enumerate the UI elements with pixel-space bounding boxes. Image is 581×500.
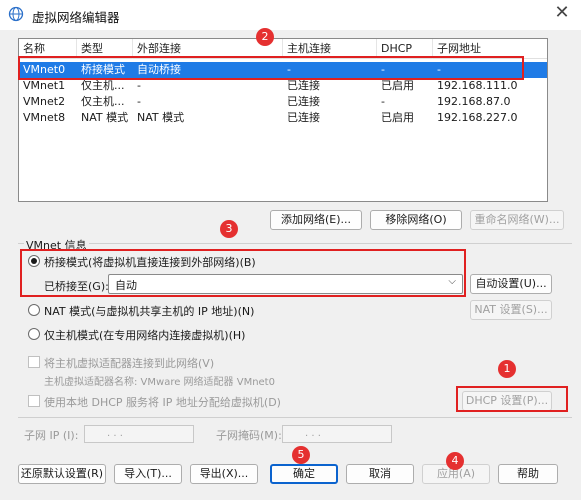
annotation-marker-2: 2 — [256, 28, 274, 46]
auto-settings-button[interactable]: 自动设置(U)... — [470, 274, 552, 294]
table-row[interactable]: VMnet1 仅主机... - 已连接 已启用 192.168.111.0 — [19, 78, 547, 94]
subnet-ip-field[interactable]: . . . — [84, 425, 194, 443]
cell-host: 已连接 — [287, 79, 320, 92]
import-button[interactable]: 导入(T)... — [114, 464, 182, 484]
group-divider — [18, 243, 572, 244]
remove-network-button[interactable]: 移除网络(O) — [370, 210, 462, 230]
help-button[interactable]: 帮助 — [498, 464, 558, 484]
cell-subnet: 192.168.111.0 — [437, 79, 518, 92]
close-button[interactable]: ✕ — [548, 2, 576, 26]
cell-external: NAT 模式 — [137, 111, 185, 124]
cell-type: 仅主机... — [81, 79, 125, 92]
cell-name: VMnet8 — [23, 111, 66, 124]
table-row[interactable]: VMnet2 仅主机... - 已连接 - 192.168.87.0 — [19, 94, 547, 110]
annotation-marker-4: 4 — [446, 452, 464, 470]
annotation-marker-5: 5 — [292, 446, 310, 464]
annotation-box-dhcp — [456, 386, 568, 412]
hostonly-radio[interactable] — [28, 328, 40, 340]
cancel-button[interactable]: 取消 — [346, 464, 414, 484]
cell-dhcp: - — [381, 95, 385, 108]
connect-adapter-checkbox[interactable] — [28, 356, 40, 368]
ok-button[interactable]: 确定 — [270, 464, 338, 484]
title-bar: 虚拟网络编辑器 ✕ — [0, 0, 581, 30]
export-button[interactable]: 导出(X)... — [190, 464, 258, 484]
rename-network-button[interactable]: 重命名网络(W)... — [470, 210, 564, 230]
cell-external: - — [137, 95, 141, 108]
adapter-name-label: 主机虚拟适配器名称: VMware 网络适配器 VMnet0 — [44, 377, 275, 388]
network-globe-icon — [8, 6, 24, 22]
nat-label[interactable]: NAT 模式(与虚拟机共享主机的 IP 地址)(N) — [44, 303, 254, 319]
cell-dhcp: 已启用 — [381, 111, 414, 124]
subnet-ip-label: 子网 IP (I): — [24, 429, 79, 442]
nat-radio[interactable] — [28, 304, 40, 316]
dhcp-checkbox[interactable] — [28, 395, 40, 407]
nat-settings-button[interactable]: NAT 设置(S)... — [470, 300, 552, 320]
divider — [18, 417, 572, 418]
cell-host: 已连接 — [287, 111, 320, 124]
connect-adapter-label[interactable]: 将主机虚拟适配器连接到此网络(V) — [44, 355, 214, 371]
subnet-mask-label: 子网掩码(M): — [216, 429, 282, 442]
cell-host: 已连接 — [287, 95, 320, 108]
cell-external: - — [137, 79, 141, 92]
hostonly-label[interactable]: 仅主机模式(在专用网络内连接虚拟机)(H) — [44, 327, 245, 343]
cell-name: VMnet1 — [23, 79, 66, 92]
annotation-box-selected-row — [18, 56, 524, 80]
cell-type: NAT 模式 — [81, 111, 129, 124]
cell-name: VMnet2 — [23, 95, 66, 108]
table-row[interactable]: VMnet8 NAT 模式 NAT 模式 已连接 已启用 192.168.227… — [19, 110, 547, 126]
dhcp-label[interactable]: 使用本地 DHCP 服务将 IP 地址分配给虚拟机(D) — [44, 394, 281, 410]
annotation-marker-3: 3 — [220, 220, 238, 238]
cell-dhcp: 已启用 — [381, 79, 414, 92]
annotation-box-bridged — [20, 249, 466, 297]
add-network-button[interactable]: 添加网络(E)... — [270, 210, 362, 230]
cell-subnet: 192.168.87.0 — [437, 95, 511, 108]
cell-type: 仅主机... — [81, 95, 125, 108]
window-title: 虚拟网络编辑器 — [32, 10, 120, 25]
cell-subnet: 192.168.227.0 — [437, 111, 518, 124]
subnet-mask-field[interactable]: . . . — [282, 425, 392, 443]
annotation-marker-1: 1 — [498, 360, 516, 378]
restore-defaults-button[interactable]: 还原默认设置(R) — [18, 464, 106, 484]
